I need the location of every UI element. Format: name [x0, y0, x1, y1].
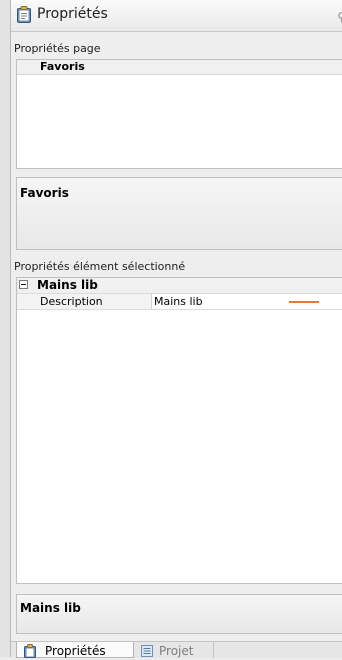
page-description-box: Favoris: [16, 177, 342, 250]
properties-panel: Propriétés ⚲ Propriétés page Favoris Fav…: [11, 0, 342, 658]
pin-icon[interactable]: ⚲: [337, 10, 342, 24]
tab-properties[interactable]: Propriétés: [16, 642, 134, 658]
clipboard-icon: [17, 6, 31, 23]
element-description-box: Mains lib: [16, 594, 342, 634]
favorites-header: Favoris: [17, 60, 342, 75]
bottom-tab-bar: Propriétés Projet: [11, 641, 342, 658]
panel-title: Propriétés: [37, 6, 108, 22]
element-properties-grid[interactable]: Mains lib Description Mains lib: [16, 277, 342, 584]
page-properties-grid[interactable]: Favoris: [16, 59, 342, 169]
tab-properties-label: Propriétés: [45, 644, 106, 658]
edit-indicator: [289, 301, 319, 303]
category-label: Mains lib: [37, 278, 98, 292]
left-dock-edge: [0, 0, 11, 657]
tab-project[interactable]: Projet: [134, 642, 214, 658]
element-properties-label: Propriétés élément sélectionné: [14, 260, 186, 273]
property-row[interactable]: Description Mains lib: [17, 294, 342, 310]
tab-project-label: Projet: [159, 644, 194, 658]
category-row[interactable]: Mains lib: [17, 278, 342, 294]
panel-titlebar: Propriétés ⚲: [11, 0, 342, 32]
property-name: Description: [17, 294, 152, 309]
project-icon: [141, 645, 153, 657]
property-value[interactable]: Mains lib: [154, 294, 203, 309]
properties-icon: [24, 644, 36, 658]
page-description-title: Favoris: [20, 186, 69, 200]
collapse-icon[interactable]: [19, 280, 28, 289]
element-description-title: Mains lib: [20, 601, 81, 615]
page-properties-label: Propriétés page: [14, 42, 101, 55]
